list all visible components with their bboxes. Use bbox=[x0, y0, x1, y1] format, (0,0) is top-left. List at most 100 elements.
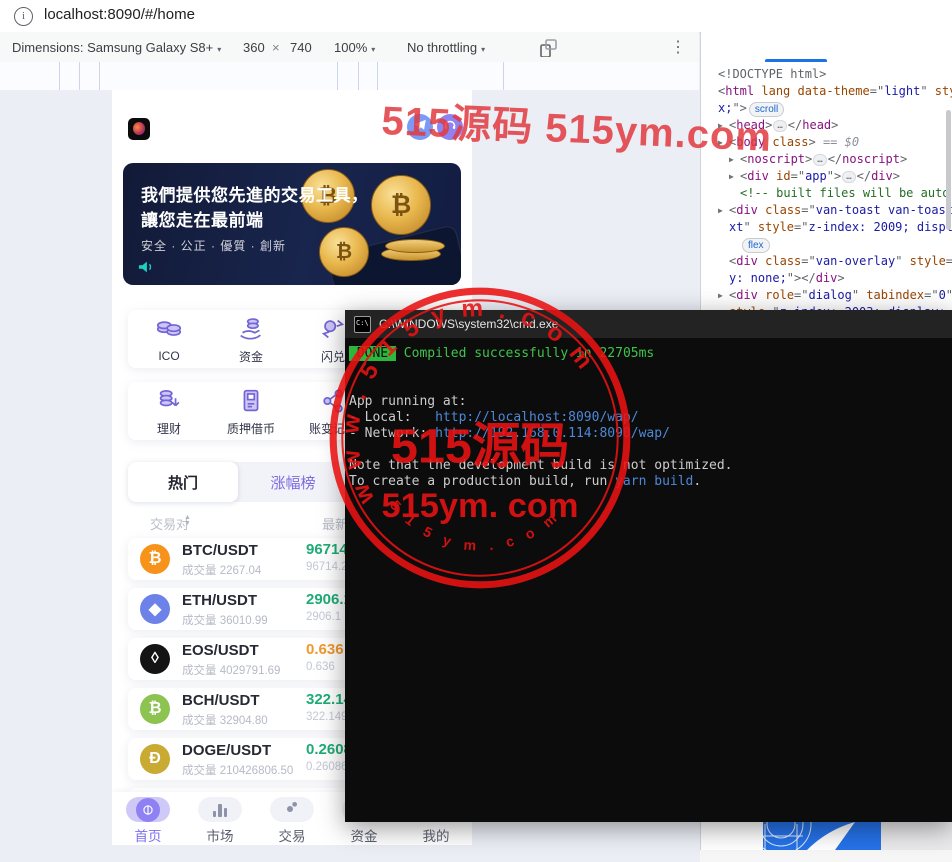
tw-seg-pln: " bbox=[920, 84, 934, 98]
url-input[interactable]: localhost:8090/#/home bbox=[44, 6, 195, 23]
tw-seg-pln: > bbox=[805, 152, 812, 166]
dom-tree-line[interactable]: ▶<div id="app">…</div> bbox=[707, 168, 952, 185]
tw-seg-pln: =" bbox=[794, 220, 808, 234]
stamp-circle-text: w w w . 5 1 5 y m . c o m bbox=[337, 295, 601, 509]
tw-seg-pln: " bbox=[743, 220, 757, 234]
site-info-icon[interactable]: i bbox=[14, 7, 33, 26]
chevron-down-icon: ▾ bbox=[481, 45, 485, 54]
banner-subtitle: 安全 · 公正 · 優質 · 創新 bbox=[141, 237, 286, 254]
hand-coins-icon bbox=[236, 314, 266, 344]
tw-seg-attr: tabindex bbox=[866, 288, 924, 302]
grid-item-label: 理财 bbox=[157, 420, 181, 437]
pair-price: 0.636 bbox=[306, 641, 344, 658]
tw-seg-attr: style bbox=[910, 254, 946, 268]
dom-tree-line[interactable]: ▶<div class="van-toast van-toast--mid bbox=[707, 202, 952, 219]
tw-seg-pln: </ bbox=[788, 118, 802, 132]
app-logo bbox=[128, 118, 150, 140]
stamp-center-subtext: 515ym. com bbox=[382, 487, 579, 525]
grid-item-funds[interactable]: 资金 bbox=[210, 310, 292, 368]
expand-arrow-icon[interactable]: ▶ bbox=[718, 287, 729, 304]
dimensions-separator: × bbox=[272, 40, 280, 55]
pair-price-fiat: 0.636 bbox=[306, 661, 335, 673]
tw-seg-val: van-overlay bbox=[816, 254, 895, 268]
nav-market[interactable]: 市场 bbox=[184, 792, 256, 845]
tw-seg-pln: =" bbox=[801, 254, 815, 268]
tw-seg-attr: class bbox=[758, 254, 801, 268]
tw-seg-tag: div bbox=[736, 203, 758, 217]
tw-seg-pln: > bbox=[893, 169, 900, 183]
tw-seg-tag: div bbox=[747, 169, 769, 183]
doge-coin-icon: Ð bbox=[140, 744, 170, 774]
tw-seg-pln: =" bbox=[791, 169, 805, 183]
more-options-icon[interactable]: ⋮ bbox=[670, 37, 686, 57]
btc-coin-icon: ₿ bbox=[140, 544, 170, 574]
announcement-speaker-icon bbox=[137, 259, 155, 275]
pair-price-fiat: 2906.1 bbox=[306, 611, 341, 623]
nav-trade[interactable]: 交易 bbox=[256, 792, 328, 845]
tw-seg-tag: div bbox=[871, 169, 893, 183]
tw-seg-tag: head bbox=[802, 118, 831, 132]
tab-hot[interactable]: 热门 bbox=[128, 462, 238, 502]
nav-home[interactable]: 首页 bbox=[112, 792, 184, 845]
tw-seg-pln: "></ bbox=[787, 271, 816, 285]
bitcoin-coin-icon: ₿ bbox=[371, 175, 431, 235]
grid-item-invest[interactable]: 理财 bbox=[128, 382, 210, 440]
desktop-patch bbox=[881, 822, 952, 850]
dom-tree-line[interactable]: ▶<div role="dialog" tabindex="0" clas bbox=[707, 287, 952, 304]
pair-volume: 成交量 36010.99 bbox=[182, 612, 268, 628]
tw-seg-attr: lang data-theme bbox=[754, 84, 870, 98]
pair-symbol: BTC/USDT bbox=[182, 542, 258, 559]
bar-chart-icon bbox=[213, 803, 228, 817]
device-select[interactable]: Dimensions: Samsung Galaxy S8+▾ bbox=[12, 40, 221, 55]
dom-tree-line[interactable]: <html lang data-theme="light" style="fon bbox=[707, 83, 952, 100]
dom-tree-line[interactable]: y: none;"></div> bbox=[707, 270, 952, 287]
tw-seg-eq: == $0 bbox=[816, 135, 859, 149]
tw-seg-val: dialog bbox=[809, 288, 852, 302]
tw-seg-pln: =" bbox=[924, 288, 938, 302]
media-query-ruler[interactable] bbox=[0, 62, 699, 91]
grid-item-label: 质押借币 bbox=[227, 420, 275, 437]
pair-volume: 成交量 210426806.50 bbox=[182, 762, 293, 778]
promo-banner[interactable]: ₿ ₿ ₿ 我們提供您先進的交易工具， 讓您走在最前端 安全 · 公正 · 優質… bbox=[123, 163, 461, 285]
rotate-viewport-icon[interactable] bbox=[539, 39, 557, 57]
coin-stacks-icon bbox=[154, 315, 184, 345]
expand-arrow-icon[interactable]: ▶ bbox=[718, 202, 729, 219]
tw-seg-val: 0 bbox=[939, 288, 946, 302]
eos-coin-icon: ◊ bbox=[140, 644, 170, 674]
tw-seg-pln: > bbox=[837, 271, 844, 285]
pair-volume: 成交量 32904.80 bbox=[182, 712, 268, 728]
pair-symbol: EOS/USDT bbox=[182, 642, 259, 659]
chevron-down-icon: ▾ bbox=[217, 45, 221, 54]
tw-seg-tag: div bbox=[736, 254, 758, 268]
tw-seg-pln: </ bbox=[828, 152, 842, 166]
tw-seg-pln: =" bbox=[801, 203, 815, 217]
throttling-select[interactable]: No throttling▾ bbox=[407, 40, 485, 55]
grid-item-pledge[interactable]: 质押借币 bbox=[210, 382, 292, 440]
grid-item-ico[interactable]: ICO bbox=[128, 310, 210, 368]
browser-url-bar: i localhost:8090/#/home bbox=[0, 0, 952, 33]
dom-tree-line[interactable]: <div class="van-overlay" style="z-in bbox=[707, 253, 952, 270]
zoom-select[interactable]: 100%▾ bbox=[334, 40, 375, 55]
banner-title-line2: 讓您走在最前端 bbox=[141, 206, 264, 231]
banner-title-line1: 我們提供您先進的交易工具， bbox=[141, 181, 369, 206]
scrollbar-thumb[interactable] bbox=[946, 110, 951, 230]
coins-down-arrow-icon bbox=[154, 386, 184, 416]
viewport-width-input[interactable]: 360 bbox=[243, 40, 265, 55]
pair-price-fiat: 0.26086 bbox=[306, 761, 348, 773]
dom-tree-line[interactable]: <!-- built files will be auto inject bbox=[707, 185, 952, 202]
tw-seg-ell: … bbox=[773, 120, 786, 132]
tw-seg-pln: " bbox=[946, 288, 952, 302]
sort-icon[interactable]: ▲▼ bbox=[184, 515, 191, 527]
dom-tree-line[interactable]: xt" style="z-index: 2009; display: n bbox=[707, 219, 952, 236]
cm-seg-wht: . bbox=[693, 474, 701, 489]
svg-text:w w w . 5 1 5 y m . c o m: w w w . 5 1 5 y m . c o m bbox=[337, 295, 601, 509]
expand-arrow-icon[interactable]: ▶ bbox=[729, 168, 740, 185]
viewport-height-input[interactable]: 740 bbox=[290, 40, 312, 55]
dom-tree-line[interactable]: flex bbox=[707, 236, 952, 253]
tw-seg-tag: html bbox=[725, 84, 754, 98]
tw-seg-val: light bbox=[884, 84, 920, 98]
tw-seg-pln: "> bbox=[827, 169, 841, 183]
dom-tree-line[interactable]: <!DOCTYPE html> bbox=[707, 66, 952, 83]
dom-badge-flex[interactable]: flex bbox=[742, 238, 770, 253]
tw-seg-pln: </ bbox=[857, 169, 871, 183]
